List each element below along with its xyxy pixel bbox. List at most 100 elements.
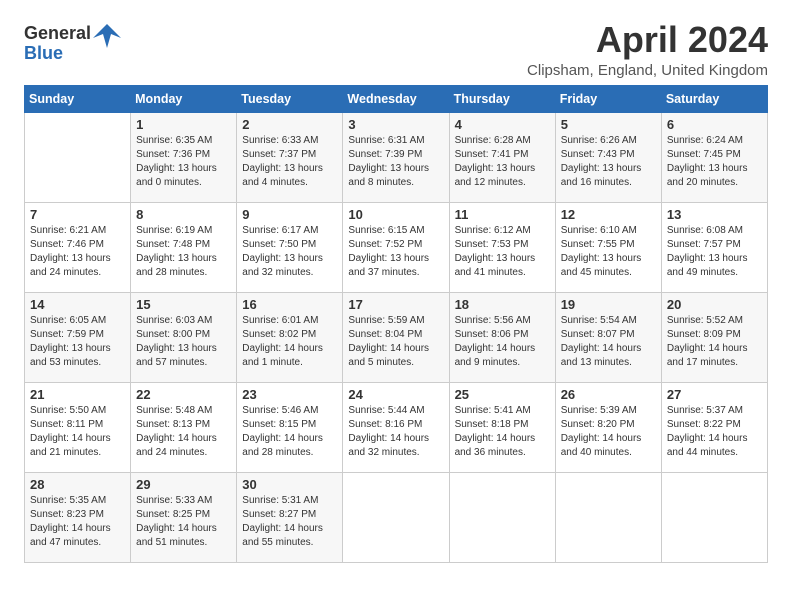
- location: Clipsham, England, United Kingdom: [527, 62, 768, 79]
- day-info: Sunrise: 5:44 AM Sunset: 8:16 PM Dayligh…: [348, 404, 443, 460]
- calendar-cell: [25, 112, 131, 202]
- day-number: 30: [242, 477, 337, 492]
- day-info: Sunrise: 5:37 AM Sunset: 8:22 PM Dayligh…: [667, 404, 762, 460]
- calendar-week-2: 7Sunrise: 6:21 AM Sunset: 7:46 PM Daylig…: [25, 202, 768, 292]
- day-info: Sunrise: 5:41 AM Sunset: 8:18 PM Dayligh…: [455, 404, 550, 460]
- calendar-week-4: 21Sunrise: 5:50 AM Sunset: 8:11 PM Dayli…: [25, 382, 768, 472]
- day-number: 6: [667, 117, 762, 132]
- day-info: Sunrise: 5:48 AM Sunset: 8:13 PM Dayligh…: [136, 404, 231, 460]
- day-info: Sunrise: 6:05 AM Sunset: 7:59 PM Dayligh…: [30, 314, 125, 370]
- day-number: 2: [242, 117, 337, 132]
- day-info: Sunrise: 6:08 AM Sunset: 7:57 PM Dayligh…: [667, 224, 762, 280]
- calendar-cell: [555, 472, 661, 562]
- day-info: Sunrise: 5:54 AM Sunset: 8:07 PM Dayligh…: [561, 314, 656, 370]
- calendar-week-5: 28 Sunrise: 5:35 AM Sunset: 8:23 PM Dayli…: [25, 472, 768, 562]
- weekday-header-thursday: Thursday: [449, 85, 555, 112]
- day-number: 11: [455, 207, 550, 222]
- calendar-cell: 17Sunrise: 5:59 AM Sunset: 8:04 PM Dayli…: [343, 292, 449, 382]
- day-info: Sunrise: 5:39 AM Sunset: 8:20 PM Dayligh…: [561, 404, 656, 460]
- calendar-cell: 26 Sunrise: 5:39 AM Sunset: 8:20 PM Dayli…: [555, 382, 661, 472]
- day-info: Sunrise: 6:24 AM Sunset: 7:45 PM Dayligh…: [667, 134, 762, 190]
- calendar-cell: 28 Sunrise: 5:35 AM Sunset: 8:23 PM Dayli…: [25, 472, 131, 562]
- day-number: 16: [242, 297, 337, 312]
- calendar-cell: 11 Sunrise: 6:12 AM Sunset: 7:53 PM Dayli…: [449, 202, 555, 292]
- day-number: 15: [136, 297, 231, 312]
- day-number: 28: [30, 477, 125, 492]
- calendar-cell: 20 Sunrise: 5:52 AM Sunset: 8:09 PM Dayli…: [661, 292, 767, 382]
- calendar-cell: [343, 472, 449, 562]
- day-number: 26: [561, 387, 656, 402]
- day-info: Sunrise: 6:31 AM Sunset: 7:39 PM Dayligh…: [348, 134, 443, 190]
- calendar-cell: 3 Sunrise: 6:31 AM Sunset: 7:39 PM Daylig…: [343, 112, 449, 202]
- calendar-cell: [449, 472, 555, 562]
- day-number: 8: [136, 207, 231, 222]
- logo: General Blue: [24, 20, 121, 64]
- day-number: 29: [136, 477, 231, 492]
- day-info: Sunrise: 6:19 AM Sunset: 7:48 PM Dayligh…: [136, 224, 231, 280]
- weekday-header-tuesday: Tuesday: [237, 85, 343, 112]
- weekday-header-saturday: Saturday: [661, 85, 767, 112]
- calendar-cell: 29 Sunrise: 5:33 AM Sunset: 8:25 PM Dayli…: [131, 472, 237, 562]
- calendar-cell: 22 Sunrise: 5:48 AM Sunset: 8:13 PM Dayli…: [131, 382, 237, 472]
- weekday-header-friday: Friday: [555, 85, 661, 112]
- calendar-week-3: 14 Sunrise: 6:05 AM Sunset: 7:59 PM Dayli…: [25, 292, 768, 382]
- day-info: Sunrise: 6:01 AM Sunset: 8:02 PM Dayligh…: [242, 314, 337, 370]
- title-area: April 2024 Clipsham, England, United Kin…: [527, 20, 768, 79]
- calendar-cell: 30 Sunrise: 5:31 AM Sunset: 8:27 PM Dayli…: [237, 472, 343, 562]
- day-number: 3: [348, 117, 443, 132]
- calendar-cell: 13 Sunrise: 6:08 AM Sunset: 7:57 PM Dayli…: [661, 202, 767, 292]
- day-info: Sunrise: 5:33 AM Sunset: 8:25 PM Dayligh…: [136, 494, 231, 550]
- calendar-cell: 5 Sunrise: 6:26 AM Sunset: 7:43 PM Daylig…: [555, 112, 661, 202]
- day-number: 7: [30, 207, 125, 222]
- weekday-header-row: SundayMondayTuesdayWednesdayThursdayFrid…: [25, 85, 768, 112]
- calendar-cell: 14 Sunrise: 6:05 AM Sunset: 7:59 PM Dayli…: [25, 292, 131, 382]
- calendar-cell: 4 Sunrise: 6:28 AM Sunset: 7:41 PM Daylig…: [449, 112, 555, 202]
- day-number: 17: [348, 297, 443, 312]
- day-number: 19: [561, 297, 656, 312]
- day-number: 20: [667, 297, 762, 312]
- day-number: 13: [667, 207, 762, 222]
- day-info: Sunrise: 6:28 AM Sunset: 7:41 PM Dayligh…: [455, 134, 550, 190]
- weekday-header-monday: Monday: [131, 85, 237, 112]
- day-info: Sunrise: 5:56 AM Sunset: 8:06 PM Dayligh…: [455, 314, 550, 370]
- calendar-cell: 9Sunrise: 6:17 AM Sunset: 7:50 PM Daylig…: [237, 202, 343, 292]
- calendar-cell: 18 Sunrise: 5:56 AM Sunset: 8:06 PM Dayli…: [449, 292, 555, 382]
- day-number: 18: [455, 297, 550, 312]
- calendar-cell: 6 Sunrise: 6:24 AM Sunset: 7:45 PM Daylig…: [661, 112, 767, 202]
- month-title: April 2024: [527, 20, 768, 60]
- day-info: Sunrise: 5:35 AM Sunset: 8:23 PM Dayligh…: [30, 494, 125, 550]
- day-info: Sunrise: 5:31 AM Sunset: 8:27 PM Dayligh…: [242, 494, 337, 550]
- day-number: 22: [136, 387, 231, 402]
- calendar-cell: 7Sunrise: 6:21 AM Sunset: 7:46 PM Daylig…: [25, 202, 131, 292]
- calendar-cell: 19 Sunrise: 5:54 AM Sunset: 8:07 PM Dayli…: [555, 292, 661, 382]
- day-number: 14: [30, 297, 125, 312]
- calendar-cell: 8 Sunrise: 6:19 AM Sunset: 7:48 PM Daylig…: [131, 202, 237, 292]
- calendar-cell: 1Sunrise: 6:35 AM Sunset: 7:36 PM Daylig…: [131, 112, 237, 202]
- day-info: Sunrise: 6:12 AM Sunset: 7:53 PM Dayligh…: [455, 224, 550, 280]
- calendar-table: SundayMondayTuesdayWednesdayThursdayFrid…: [24, 85, 768, 563]
- day-info: Sunrise: 5:52 AM Sunset: 8:09 PM Dayligh…: [667, 314, 762, 370]
- calendar-cell: 27Sunrise: 5:37 AM Sunset: 8:22 PM Dayli…: [661, 382, 767, 472]
- day-number: 9: [242, 207, 337, 222]
- day-number: 1: [136, 117, 231, 132]
- calendar-cell: 12Sunrise: 6:10 AM Sunset: 7:55 PM Dayli…: [555, 202, 661, 292]
- day-number: 10: [348, 207, 443, 222]
- calendar-cell: 2 Sunrise: 6:33 AM Sunset: 7:37 PM Daylig…: [237, 112, 343, 202]
- day-info: Sunrise: 6:26 AM Sunset: 7:43 PM Dayligh…: [561, 134, 656, 190]
- day-number: 23: [242, 387, 337, 402]
- page-header: General Blue April 2024 Clipsham, Englan…: [24, 20, 768, 79]
- day-number: 4: [455, 117, 550, 132]
- logo-blue: Blue: [24, 44, 63, 64]
- day-number: 24: [348, 387, 443, 402]
- day-number: 5: [561, 117, 656, 132]
- calendar-cell: 23 Sunrise: 5:46 AM Sunset: 8:15 PM Dayli…: [237, 382, 343, 472]
- calendar-week-1: 1Sunrise: 6:35 AM Sunset: 7:36 PM Daylig…: [25, 112, 768, 202]
- day-info: Sunrise: 5:46 AM Sunset: 8:15 PM Dayligh…: [242, 404, 337, 460]
- day-number: 25: [455, 387, 550, 402]
- day-info: Sunrise: 6:10 AM Sunset: 7:55 PM Dayligh…: [561, 224, 656, 280]
- weekday-header-sunday: Sunday: [25, 85, 131, 112]
- logo-bird-icon: [93, 20, 121, 48]
- calendar-cell: [661, 472, 767, 562]
- day-info: Sunrise: 6:33 AM Sunset: 7:37 PM Dayligh…: [242, 134, 337, 190]
- day-info: Sunrise: 5:50 AM Sunset: 8:11 PM Dayligh…: [30, 404, 125, 460]
